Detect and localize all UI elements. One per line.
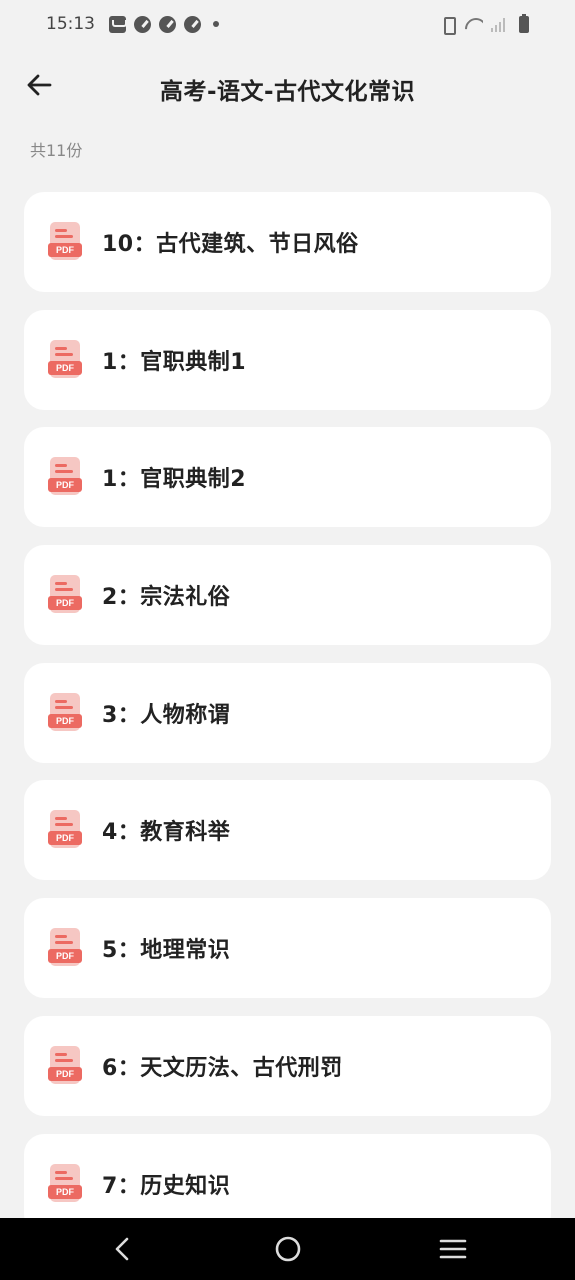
file-list: PDF 10：古代建筑、节日风俗 PDF 1：官职典制1 PDF 1：官职典制2…: [24, 192, 551, 1251]
pdf-icon: PDF: [48, 457, 84, 497]
pdf-badge: PDF: [48, 1184, 82, 1199]
pdf-badge: PDF: [48, 831, 82, 846]
more-dot-icon: [213, 21, 219, 27]
mail-icon: [109, 15, 127, 33]
pdf-icon: PDF: [48, 692, 84, 733]
vibrate-icon: [439, 16, 457, 35]
file-name: 4：教育科举: [102, 820, 231, 846]
nav-back-icon: [115, 1237, 129, 1261]
file-name: 2：宗法礼俗: [102, 585, 231, 611]
pdf-badge: PDF: [48, 596, 82, 611]
nav-menu-icon: [439, 1239, 467, 1259]
pdf-badge: PDF: [48, 949, 82, 964]
pdf-badge: PDF: [48, 713, 82, 728]
file-item[interactable]: PDF 2：宗法礼俗: [24, 545, 551, 646]
pdf-icon: PDF: [48, 575, 84, 615]
file-name: 7：历史知识: [102, 1173, 231, 1199]
file-item[interactable]: PDF 10：古代建筑、节日风俗: [24, 192, 551, 292]
notify-icon: [134, 15, 151, 33]
nav-home-button[interactable]: [273, 1234, 303, 1264]
file-item[interactable]: PDF 5：地理常识: [24, 898, 551, 999]
pdf-icon: PDF: [48, 222, 84, 262]
signal-icon: [491, 16, 507, 32]
status-left: 15:13: [46, 14, 219, 34]
file-name: 1：官职典制2: [102, 467, 247, 493]
nav-back-button[interactable]: [108, 1234, 138, 1264]
pdf-badge: PDF: [48, 243, 82, 257]
battery-icon: [519, 13, 529, 33]
pdf-badge: PDF: [48, 1066, 82, 1081]
file-item[interactable]: PDF 1：官职典制1: [24, 309, 551, 410]
file-item[interactable]: PDF 4：教育科举: [24, 780, 551, 881]
file-name: 1：官职典制1: [102, 349, 247, 375]
file-name: 10：古代建筑、节日风俗: [102, 232, 359, 257]
file-count: 共11份: [30, 141, 83, 160]
notify-icon: [159, 15, 176, 33]
notify-icon: [184, 15, 201, 33]
system-nav-bar: [0, 1218, 575, 1280]
file-item[interactable]: PDF 1：官职典制2: [24, 427, 551, 528]
pdf-badge: PDF: [48, 478, 82, 493]
page-title: 高考-语文-古代文化常识: [159, 79, 416, 105]
status-right: [439, 13, 529, 35]
pdf-badge: PDF: [48, 360, 82, 375]
pdf-icon: PDF: [48, 339, 84, 380]
header: 高考-语文-古代文化常识: [0, 60, 575, 110]
pdf-icon: PDF: [48, 1045, 84, 1086]
file-name: 6：天文历法、古代刑罚: [102, 1055, 343, 1081]
file-name: 5：地理常识: [102, 938, 231, 964]
nav-menu-button[interactable]: [438, 1234, 468, 1264]
status-bar: 15:13: [0, 0, 575, 48]
wifi-icon: [465, 16, 483, 32]
pdf-icon: PDF: [48, 1163, 84, 1204]
pdf-icon: PDF: [48, 810, 84, 850]
file-item[interactable]: PDF 6：天文历法、古代刑罚: [24, 1015, 551, 1116]
pdf-icon: PDF: [48, 928, 84, 968]
file-name: 3：人物称谓: [102, 702, 231, 728]
status-time: 15:13: [46, 14, 95, 34]
nav-home-icon: [275, 1236, 301, 1262]
file-item[interactable]: PDF 3：人物称谓: [24, 662, 551, 763]
